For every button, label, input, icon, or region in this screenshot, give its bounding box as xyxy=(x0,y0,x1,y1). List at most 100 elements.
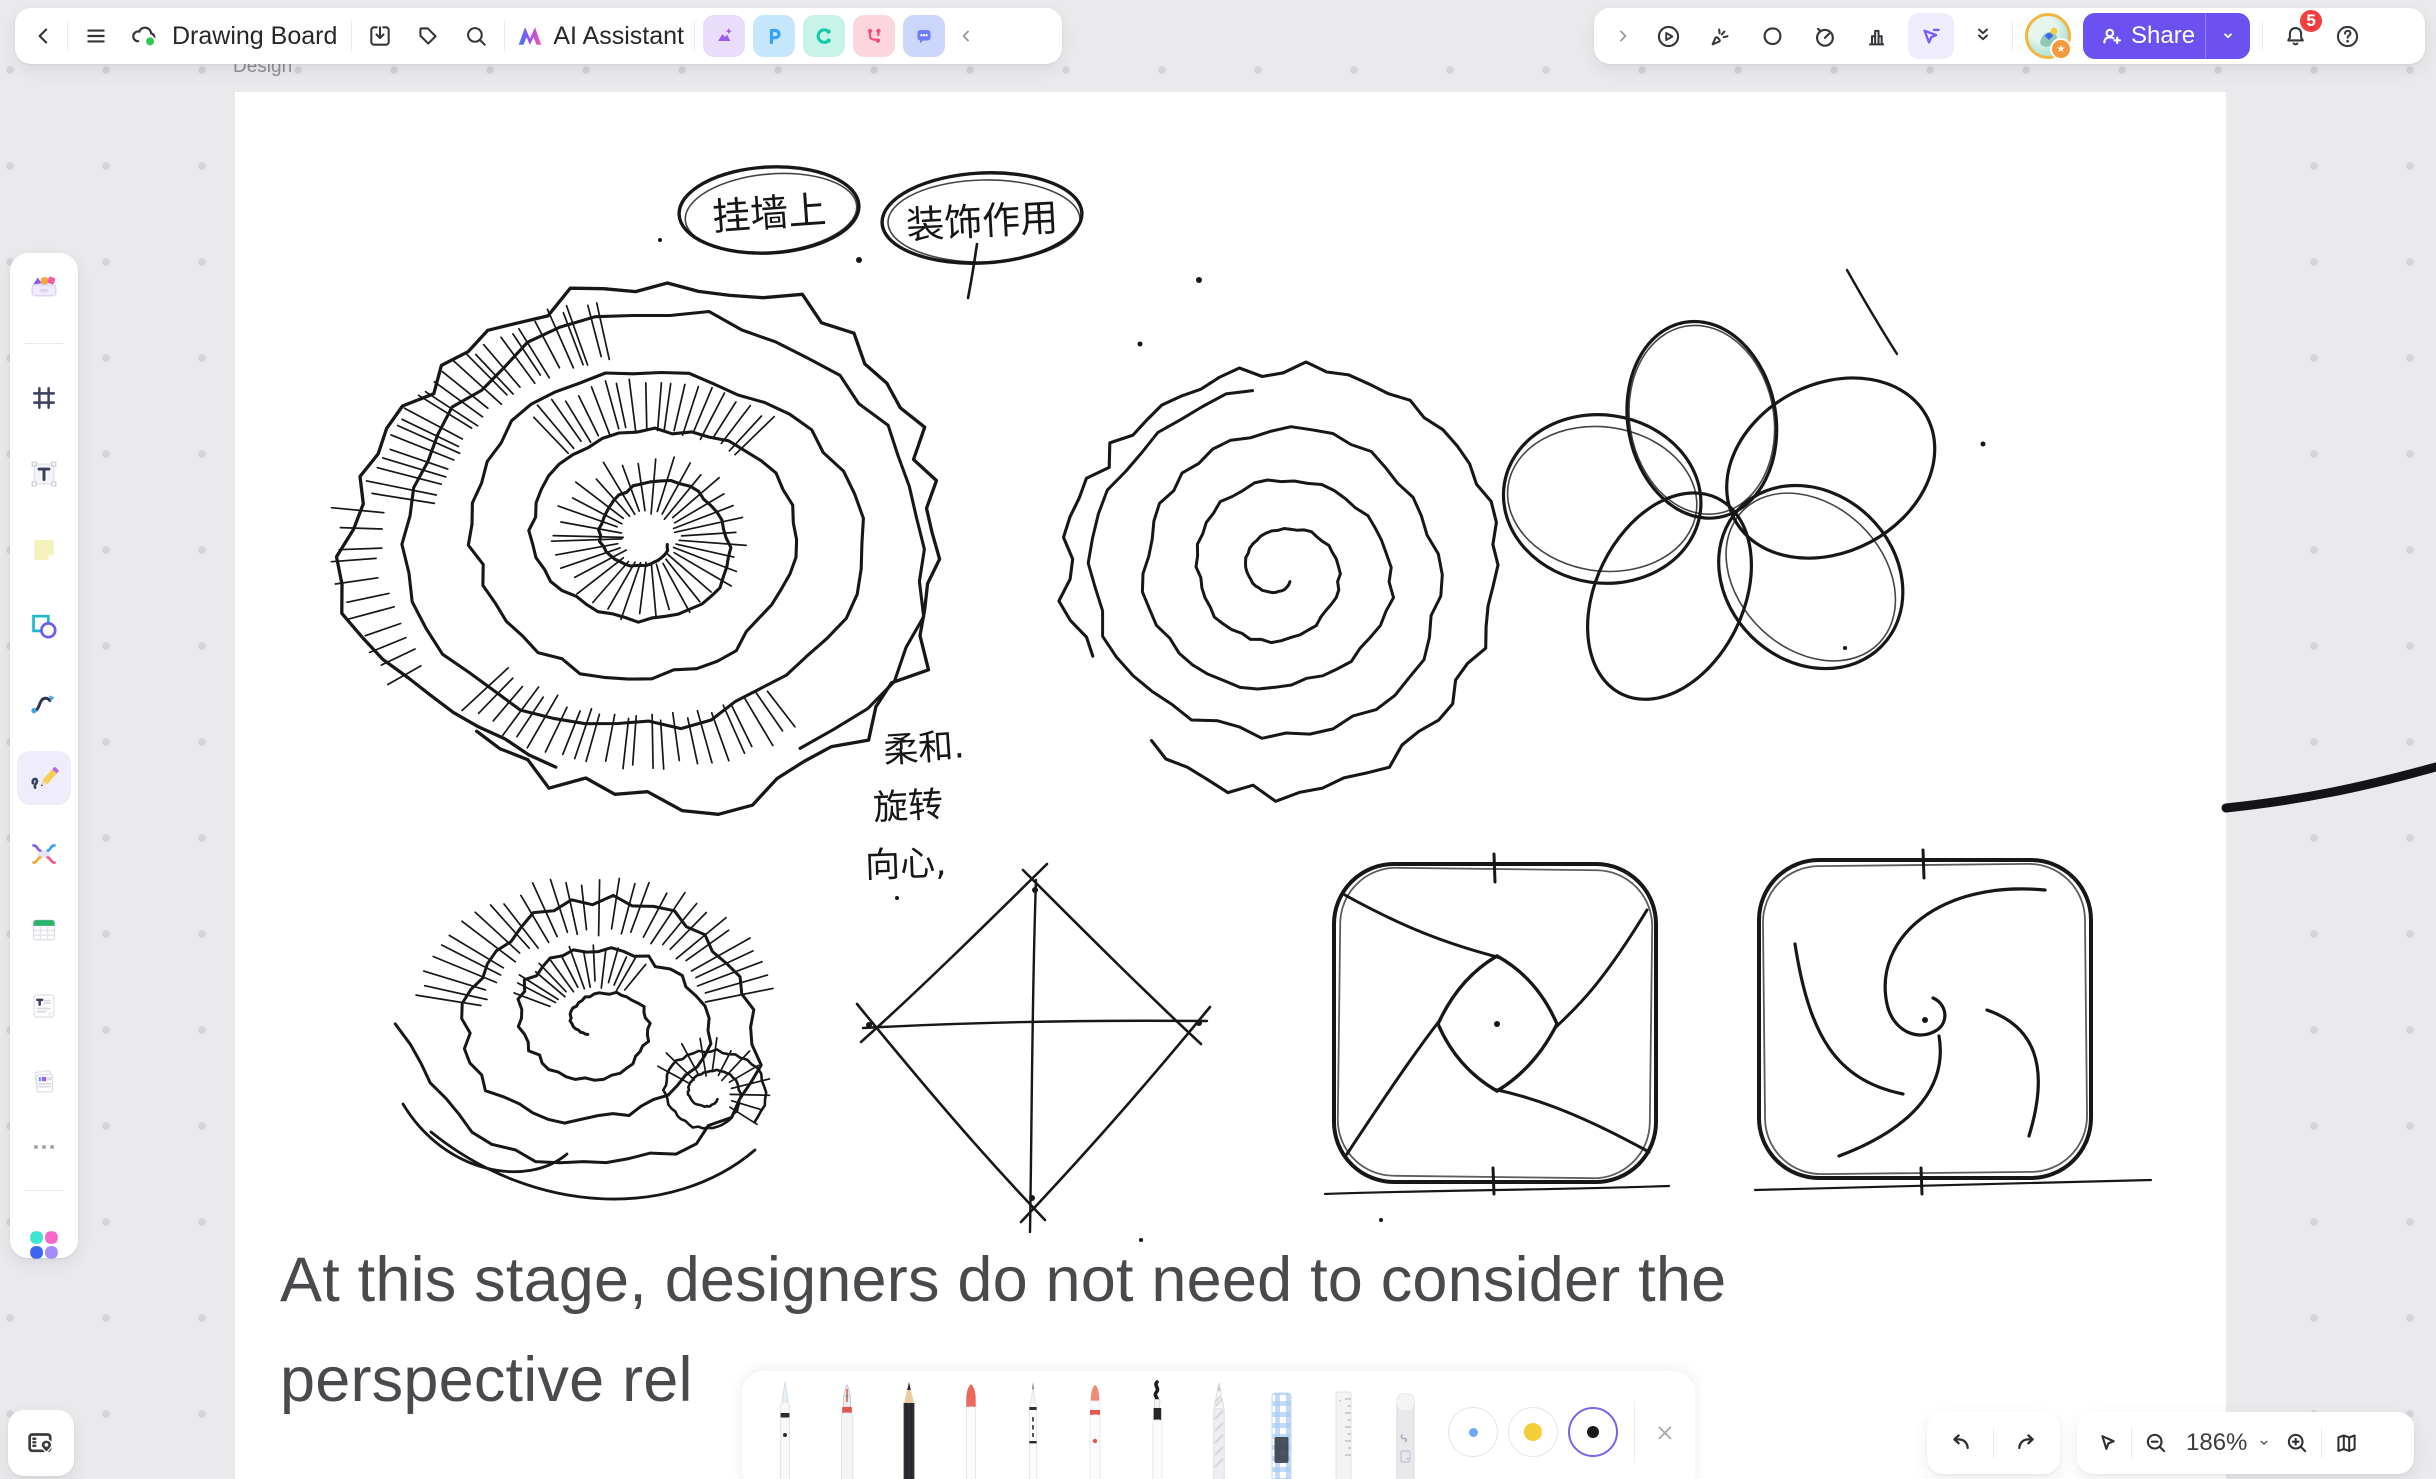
table-tool-button[interactable] xyxy=(22,908,66,952)
caption-text-line2[interactable]: perspective rel xyxy=(280,1344,693,1416)
frame-icon xyxy=(29,383,59,413)
washi-tape-tool[interactable] xyxy=(1264,1379,1298,1479)
zoom-in-icon xyxy=(2284,1430,2310,1456)
drawing-canvas[interactable]: 挂墙上 装饰作用 柔和. 旋转 向心, At this stage, desig… xyxy=(235,92,2226,1479)
frame-tool-button[interactable] xyxy=(22,376,66,420)
map-icon xyxy=(2333,1430,2360,1457)
presentation-app-button[interactable] xyxy=(753,15,795,57)
help-button[interactable] xyxy=(2327,16,2367,56)
cards-tool-button[interactable] xyxy=(22,1060,66,1104)
divider xyxy=(2012,21,2013,51)
close-icon xyxy=(1653,1421,1675,1443)
pencil-tool[interactable] xyxy=(892,1379,926,1479)
top-right-toolbar: ★ Share 5 xyxy=(1594,8,2425,64)
laser-pointer-icon xyxy=(1707,23,1734,50)
brush-pen-tool[interactable] xyxy=(1140,1379,1174,1479)
undo-button[interactable] xyxy=(1940,1423,1980,1463)
sketch-note-line1: 柔和. xyxy=(881,717,966,774)
app-window: 挂墙上 装饰作用 柔和. 旋转 向心, At this stage, desig… xyxy=(0,0,2436,1479)
view-controls: 186% xyxy=(2077,1412,2414,1474)
ai-image-app-button[interactable] xyxy=(703,15,745,57)
sync-status-button[interactable] xyxy=(124,16,164,56)
sticky-note-tool-button[interactable] xyxy=(22,528,66,572)
more-tools-button[interactable] xyxy=(1966,16,2000,56)
pen-tray xyxy=(742,1371,1695,1479)
map-notes-button[interactable] xyxy=(8,1410,74,1476)
zoom-in-button[interactable] xyxy=(2277,1423,2317,1463)
shapes-icon xyxy=(28,610,60,642)
share-button[interactable]: Share xyxy=(2083,13,2250,59)
document-icon xyxy=(28,990,60,1022)
templates-button[interactable] xyxy=(22,267,66,311)
laser-pointer-button[interactable] xyxy=(1700,16,1740,56)
draw-tool-button-selected[interactable] xyxy=(17,751,71,805)
chat-app-button[interactable] xyxy=(903,15,945,57)
share-dropdown-button[interactable] xyxy=(2206,26,2250,46)
select-cursor-button[interactable] xyxy=(1908,13,1954,59)
document-title[interactable]: Drawing Board xyxy=(172,22,337,51)
avatar[interactable]: ★ xyxy=(2025,13,2071,59)
zoom-dropdown-icon[interactable] xyxy=(2255,1434,2273,1452)
mindmap-tool-button[interactable] xyxy=(22,832,66,876)
connector-tool-button[interactable] xyxy=(22,680,66,724)
avatar-crown-badge: ★ xyxy=(2050,38,2072,60)
zoom-level[interactable]: 186% xyxy=(2186,1429,2247,1457)
double-chevron-down-icon xyxy=(1971,24,1995,48)
fineliner-tool[interactable] xyxy=(1016,1379,1050,1479)
swatch-yellow[interactable] xyxy=(1508,1407,1558,1457)
ellipsis-icon xyxy=(29,1141,59,1153)
expand-toolbar-button[interactable] xyxy=(1610,16,1636,56)
shapes-tool-button[interactable] xyxy=(22,604,66,648)
divider xyxy=(2131,1428,2132,1458)
sticky-note-icon xyxy=(28,534,60,566)
close-tray-button[interactable] xyxy=(1649,1417,1679,1447)
presentation-p-icon xyxy=(761,23,787,49)
paint-pencil-tool[interactable] xyxy=(1202,1379,1236,1479)
chevron-left-small-icon xyxy=(956,26,976,46)
caption-text-line1[interactable]: At this stage, designers do not need to … xyxy=(280,1244,1726,1316)
swatch-black-selected[interactable] xyxy=(1568,1407,1618,1457)
eraser-tool[interactable] xyxy=(1388,1379,1422,1479)
text-tool-button[interactable] xyxy=(22,452,66,496)
collapse-toolbar-button[interactable] xyxy=(953,16,979,56)
download-icon xyxy=(367,23,393,49)
chevron-down-icon xyxy=(2218,26,2238,46)
download-button[interactable] xyxy=(360,16,400,56)
search-button[interactable] xyxy=(456,16,496,56)
cursor-mode-button[interactable] xyxy=(2087,1423,2127,1463)
flowchart-app-button[interactable] xyxy=(853,15,895,57)
zoom-out-button[interactable] xyxy=(2136,1423,2176,1463)
bar-chart-icon xyxy=(1863,23,1890,50)
ai-image-icon xyxy=(711,23,737,49)
more-tools-sidebar-button[interactable] xyxy=(22,1136,66,1158)
document-tool-button[interactable] xyxy=(22,984,66,1028)
history-controls xyxy=(1927,1412,2060,1474)
diagram-app-button[interactable] xyxy=(803,15,845,57)
sketch-note-line3: 向心, xyxy=(864,835,947,889)
tag-button[interactable] xyxy=(408,16,448,56)
back-button[interactable] xyxy=(29,16,59,56)
minimap-button[interactable] xyxy=(2326,1423,2366,1463)
present-button[interactable] xyxy=(1648,16,1688,56)
black-dot xyxy=(1587,1426,1599,1438)
charts-button[interactable] xyxy=(1856,16,1896,56)
timer-button[interactable] xyxy=(1804,16,1844,56)
fountain-pen-tool[interactable] xyxy=(830,1379,864,1479)
stylus-tool[interactable] xyxy=(768,1379,802,1479)
divider xyxy=(1993,1428,1994,1458)
crayon-tool[interactable] xyxy=(954,1379,988,1479)
cards-icon xyxy=(28,1066,60,1098)
cursor-selected-icon xyxy=(1917,22,1945,50)
marker-tool[interactable] xyxy=(1078,1379,1112,1479)
notifications-button[interactable]: 5 xyxy=(2275,16,2315,56)
ruler-tool[interactable] xyxy=(1326,1379,1360,1479)
person-add-icon xyxy=(2099,23,2125,49)
apps-logo-button[interactable] xyxy=(22,1223,66,1267)
divider xyxy=(25,343,63,344)
menu-button[interactable] xyxy=(76,16,116,56)
redo-button[interactable] xyxy=(2007,1423,2047,1463)
share-label: Share xyxy=(2125,22,2205,50)
ai-assistant-button[interactable]: AI Assistant xyxy=(513,21,686,51)
swatch-blue[interactable] xyxy=(1448,1407,1498,1457)
comment-button[interactable] xyxy=(1752,16,1792,56)
